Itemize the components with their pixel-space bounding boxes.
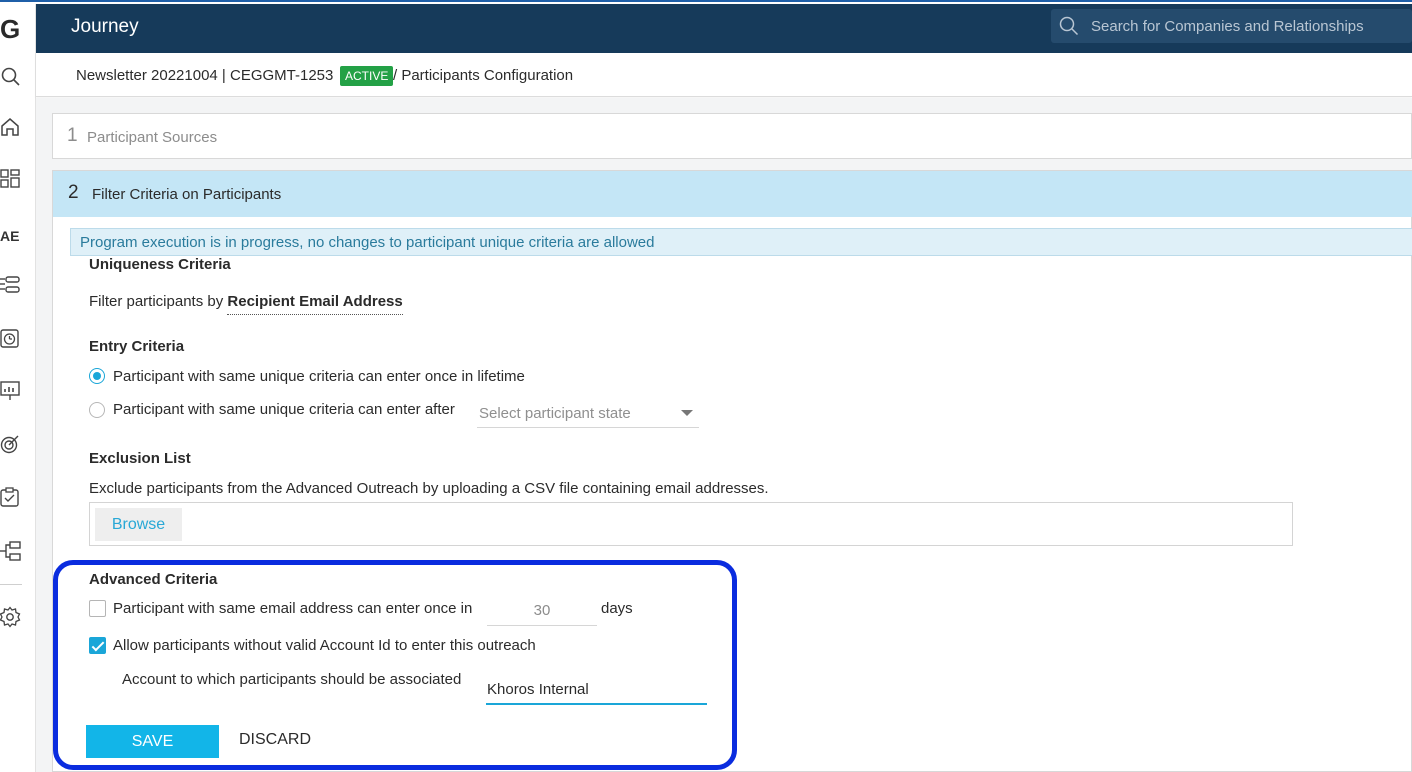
step-number: 1	[67, 125, 78, 146]
entry-once-label: Participant with same unique criteria ca…	[113, 368, 525, 385]
dashboard-icon[interactable]	[0, 168, 22, 190]
entry-criteria-heading: Entry Criteria	[89, 338, 185, 355]
left-nav-rail: G AE	[0, 4, 36, 772]
list-icon[interactable]	[0, 274, 22, 296]
search-icon	[1059, 16, 1079, 36]
status-badge: ACTIVE	[340, 66, 394, 86]
uniqueness-heading: Uniqueness Criteria	[89, 256, 231, 273]
info-notice: Program execution is in progress, no cha…	[70, 228, 1412, 256]
exclusion-heading: Exclusion List	[89, 450, 191, 467]
account-label: Account to which participants should be …	[122, 671, 462, 688]
allow-invalid-account-label: Allow participants without valid Account…	[113, 637, 536, 654]
filter-criteria-panel: 2 Filter Criteria on Participants Progra…	[52, 170, 1412, 772]
days-input[interactable]	[487, 596, 597, 626]
discard-button[interactable]: DISCARD	[239, 731, 311, 749]
allow-invalid-account-checkbox[interactable]	[89, 637, 106, 654]
select-placeholder: Select participant state	[479, 405, 631, 422]
app-header: Journey Search for Companies and Relatio…	[36, 4, 1412, 53]
home-icon[interactable]	[0, 116, 22, 138]
uniqueness-row: Filter participants by Recipient Email A…	[89, 293, 403, 315]
csv-upload-box[interactable]: Browse	[89, 502, 1293, 546]
advanced-criteria-heading: Advanced Criteria	[89, 571, 218, 588]
app-title: Journey	[71, 16, 139, 37]
uniqueness-text: Filter participants by	[89, 293, 224, 310]
account-input[interactable]	[486, 675, 707, 705]
app-logo: G	[0, 14, 21, 44]
search-placeholder: Search for Companies and Relationships	[1091, 18, 1364, 35]
step-label: Filter Criteria on Participants	[92, 186, 282, 203]
participant-state-select[interactable]: Select participant state	[477, 399, 699, 428]
uniqueness-field: Recipient Email Address	[227, 293, 403, 315]
exclusion-description: Exclude participants from the Advanced O…	[89, 480, 769, 497]
rail-divider	[0, 584, 22, 585]
step-participant-sources[interactable]: 1 Participant Sources	[52, 113, 1412, 159]
entry-once-radio[interactable]	[89, 368, 105, 384]
step-filter-criteria[interactable]: 2 Filter Criteria on Participants	[53, 171, 1412, 217]
global-search[interactable]: Search for Companies and Relationships	[1051, 9, 1412, 43]
browse-button[interactable]: Browse	[95, 508, 182, 541]
breadcrumb-program[interactable]: Newsletter 20221004 | CEGGMT-1253	[76, 67, 333, 84]
hierarchy-icon[interactable]	[0, 540, 22, 562]
email-once-checkbox[interactable]	[89, 600, 106, 617]
target-icon[interactable]	[0, 433, 22, 455]
report-icon[interactable]	[0, 380, 22, 402]
clipboard-icon[interactable]	[0, 486, 22, 508]
step-label: Participant Sources	[87, 129, 218, 146]
step-number: 2	[68, 182, 79, 203]
notice-text: Program execution is in progress, no cha…	[80, 234, 655, 251]
entry-after-radio[interactable]	[89, 402, 105, 418]
search-icon[interactable]	[0, 66, 22, 88]
days-label: days	[601, 600, 633, 617]
email-once-label: Participant with same email address can …	[113, 600, 473, 617]
timer-icon[interactable]	[0, 327, 22, 349]
breadcrumb: Newsletter 20221004 | CEGGMT-1253 ACTIVE…	[36, 53, 1412, 97]
ae-nav-label[interactable]: AE	[0, 228, 19, 244]
gear-icon[interactable]	[0, 606, 22, 628]
entry-after-label: Participant with same unique criteria ca…	[113, 401, 455, 418]
breadcrumb-page: / Participants Configuration	[393, 67, 574, 84]
save-button[interactable]: SAVE	[86, 725, 219, 758]
chevron-down-icon	[681, 410, 693, 416]
